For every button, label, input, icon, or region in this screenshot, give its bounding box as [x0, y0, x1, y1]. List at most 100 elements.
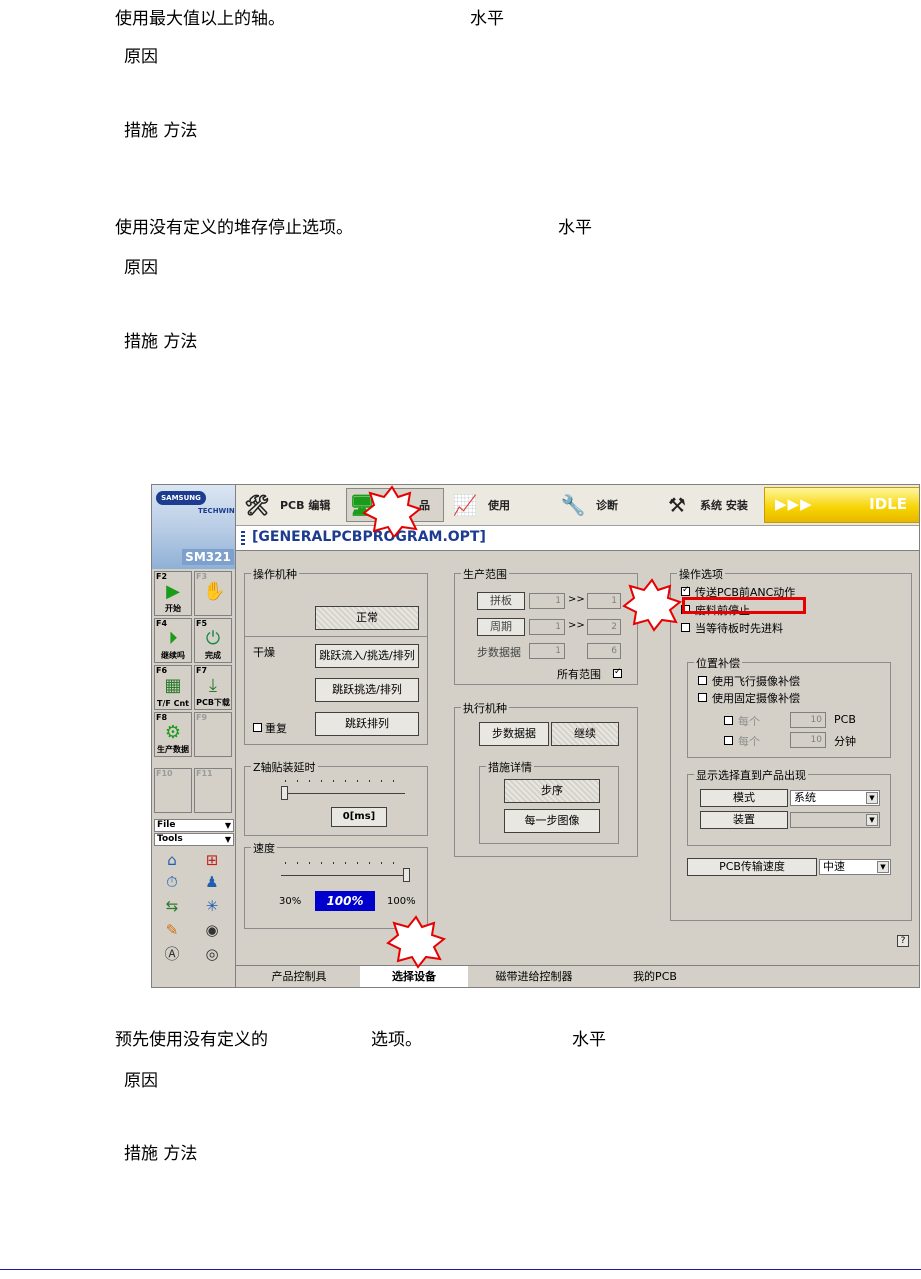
- machine-ui-screenshot: SAMSUNG TECHWIN SM321 F2 ▶ 开始 F3 ✋ F4 ⏵ …: [151, 484, 920, 988]
- f4-continue-button[interactable]: F4 ⏵ 继续吗: [154, 618, 192, 663]
- repeat-checkbox[interactable]: [253, 723, 262, 732]
- section2-level: 水平: [558, 218, 592, 238]
- cycle-range-button[interactable]: 周期: [477, 618, 525, 636]
- panel-from-field[interactable]: 1: [529, 593, 565, 609]
- panel-sep: >>: [568, 594, 585, 605]
- annotation-burst-tab: [386, 915, 447, 969]
- f5-key: F5: [196, 619, 208, 628]
- camera-icon[interactable]: ◎: [201, 945, 223, 963]
- section3-title: 预先使用没有定义的: [115, 1030, 268, 1050]
- section2-action: 措施 方法: [124, 332, 198, 352]
- axis-icon[interactable]: ✳: [201, 897, 223, 915]
- f6-tf-count-button[interactable]: F6 ▦ T/F Cnt: [154, 665, 192, 710]
- f9-button[interactable]: F9: [194, 712, 232, 757]
- device-select[interactable]: ▼: [790, 812, 880, 828]
- all-range-label: 所有范围: [557, 668, 601, 681]
- each-minute-field[interactable]: 10: [790, 732, 826, 748]
- nozzle-icon[interactable]: ✎: [161, 921, 183, 939]
- home-icon[interactable]: ⌂: [161, 851, 183, 869]
- status-text: IDLE: [869, 495, 907, 513]
- f8-production-data-button[interactable]: F8 ⚙ 生产数据: [154, 712, 192, 757]
- panel-to-field[interactable]: 1: [587, 593, 621, 609]
- pcb-edit-button[interactable]: 🛠 PCB 编辑: [242, 488, 342, 522]
- step-to-field[interactable]: 6: [587, 643, 621, 659]
- f5-finish-button[interactable]: F5 ⏻ 完成: [194, 618, 232, 663]
- z-delay-slider-thumb[interactable]: [281, 786, 288, 800]
- status-indicator: ▶▶▶ IDLE: [764, 487, 919, 523]
- use-button[interactable]: 📈 使用: [450, 488, 550, 522]
- timer-icon[interactable]: ⏱: [161, 873, 183, 891]
- each-step-image-button[interactable]: 每一步图像: [504, 809, 600, 833]
- use-icon: 📈: [452, 493, 478, 517]
- tab-select-device[interactable]: 选择设备: [360, 966, 468, 987]
- each-minute-label: 每个: [738, 735, 760, 748]
- f2-start-button[interactable]: F2 ▶ 开始: [154, 571, 192, 616]
- step-data-button[interactable]: 步数据据: [479, 722, 549, 746]
- f10-key: F10: [156, 769, 173, 778]
- gauge-icon[interactable]: ◉: [201, 921, 223, 939]
- cycle-from-field[interactable]: 1: [529, 619, 565, 635]
- diagnose-button[interactable]: 🔧 诊断: [558, 488, 658, 522]
- bottom-tab-bar: 产品控制具 选择设备 磁带进给控制器 我的PCB: [236, 965, 919, 987]
- gear-icon: ⚙: [164, 722, 182, 743]
- operation-options-title: 操作选项: [677, 566, 725, 582]
- conveyor-icon[interactable]: ⇆: [161, 897, 183, 915]
- each-minute-checkbox[interactable]: [724, 736, 733, 745]
- program-path-bar: [GENERALPCBPROGRAM.OPT]: [236, 526, 919, 551]
- f3-key: F3: [196, 572, 208, 581]
- window-target-icon[interactable]: ⊞: [201, 851, 223, 869]
- tab-product-control[interactable]: 产品控制具: [244, 966, 354, 987]
- skip-array-button[interactable]: 跳跃排列: [315, 712, 419, 736]
- step-button[interactable]: 步序: [504, 779, 600, 803]
- section1-title: 使用最大值以上的轴。: [115, 9, 285, 29]
- help-button[interactable]: ?: [897, 935, 909, 947]
- pcb-edit-icon: 🛠: [244, 493, 270, 517]
- skip-pick-button[interactable]: 跳跃挑选/排列: [315, 678, 419, 702]
- all-range-checkbox[interactable]: [613, 667, 622, 678]
- section1-cause: 原因: [124, 47, 158, 67]
- tab-my-pcb[interactable]: 我的PCB: [600, 966, 710, 987]
- user-icon[interactable]: ♟: [201, 873, 223, 891]
- normal-button[interactable]: 正常: [315, 606, 419, 630]
- f3-button[interactable]: F3 ✋: [194, 571, 232, 616]
- function-key-sidebar: SAMSUNG TECHWIN SM321 F2 ▶ 开始 F3 ✋ F4 ⏵ …: [152, 485, 236, 987]
- flying-camera-label: 使用飞行摄像补偿: [712, 675, 800, 688]
- chevron-down-icon: ▼: [877, 861, 889, 873]
- continue-button[interactable]: 继续: [551, 722, 619, 746]
- display-select-title: 显示选择直到产品出现: [694, 767, 808, 783]
- position-comp-title: 位置补偿: [694, 655, 742, 671]
- auto-icon[interactable]: Ⓐ: [161, 945, 183, 963]
- pcb-speed-select[interactable]: 中速 ▼: [819, 859, 891, 875]
- power-icon: ⏻: [205, 628, 221, 649]
- chevron-down-icon: ▼: [866, 792, 878, 804]
- mode-label-button: 模式: [700, 789, 788, 807]
- pcb-speed-label: PCB传输速度: [687, 858, 817, 876]
- brand-sub: TECHWIN: [198, 507, 235, 515]
- f11-button[interactable]: F11: [194, 768, 232, 813]
- each-pcb-field[interactable]: 10: [790, 712, 826, 728]
- step-from-field[interactable]: 1: [529, 643, 565, 659]
- file-dropdown[interactable]: File ▼: [154, 819, 234, 832]
- flying-camera-checkbox[interactable]: [698, 676, 707, 685]
- exec-detail-group: 措施详情 步序 每一步图像: [479, 759, 619, 844]
- display-select-group: 显示选择直到产品出现 模式 系统 ▼ 装置 ▼: [687, 767, 891, 846]
- each-pcb-checkbox[interactable]: [724, 716, 733, 725]
- repeat-label: 重复: [265, 722, 287, 735]
- cycle-to-field[interactable]: 2: [587, 619, 621, 635]
- skip-flow-button[interactable]: 跳跃流入/挑选/排列: [315, 644, 419, 668]
- f7-pcb-download-button[interactable]: F7 ⤓ PCB下载: [194, 665, 232, 710]
- f9-key: F9: [196, 713, 208, 722]
- tab-feeder-controller[interactable]: 磁带进给控制器: [474, 966, 594, 987]
- page-bottom-rule: [0, 1269, 921, 1270]
- tools-dropdown[interactable]: Tools ▼: [154, 833, 234, 846]
- f10-button[interactable]: F10: [154, 768, 192, 813]
- f4-label: 继续吗: [161, 651, 185, 660]
- speed-slider-thumb[interactable]: [403, 868, 410, 882]
- system-setup-button[interactable]: ⚒ 系统 安装: [662, 488, 762, 522]
- mode-select-value: 系统: [794, 791, 816, 804]
- panel-range-button[interactable]: 拼板: [477, 592, 525, 610]
- mode-select[interactable]: 系统 ▼: [790, 790, 880, 806]
- fixed-camera-checkbox[interactable]: [698, 693, 707, 702]
- section3-title-b: 选项。: [371, 1030, 422, 1050]
- speed-track: [281, 875, 409, 876]
